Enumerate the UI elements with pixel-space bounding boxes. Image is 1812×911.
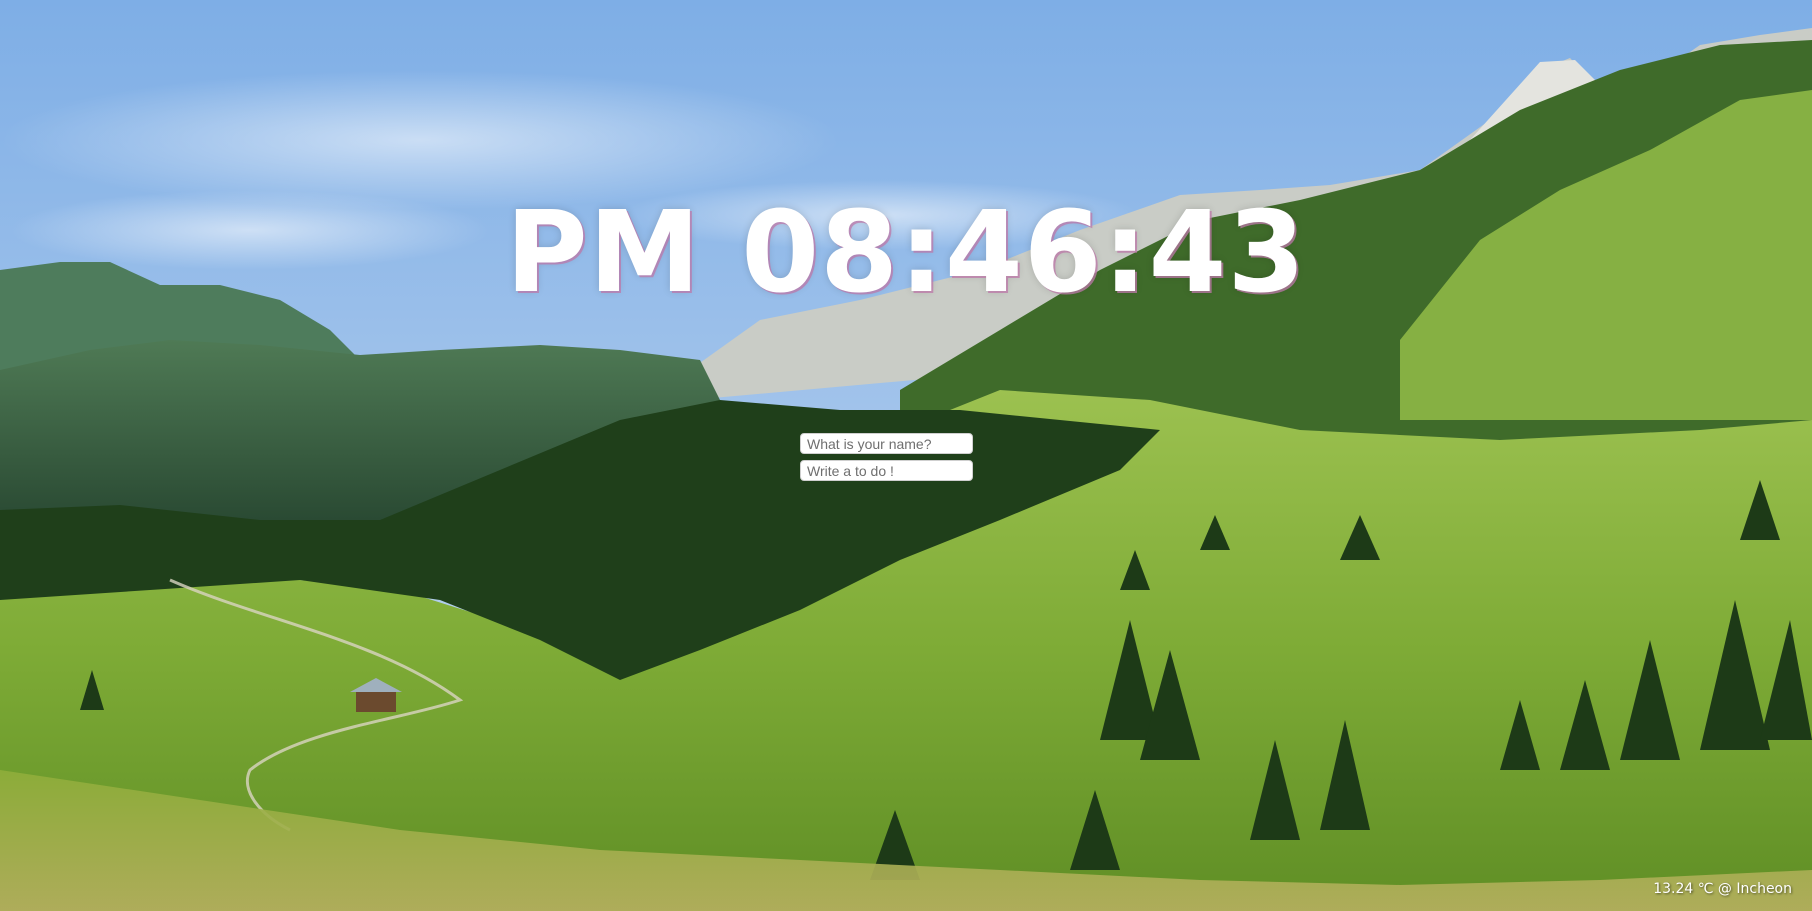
weather-readout: 13.24 ℃ @ Incheon (1653, 881, 1792, 897)
clock-time: PM 08:46:43 (505, 188, 1307, 318)
input-form-stack (800, 433, 973, 487)
todo-input[interactable] (800, 460, 973, 481)
new-tab-screen: PM 08:46:43 13.24 ℃ @ Incheon (0, 0, 1812, 911)
greeting-form (800, 433, 973, 454)
name-input[interactable] (800, 433, 973, 454)
todo-form (800, 460, 973, 481)
